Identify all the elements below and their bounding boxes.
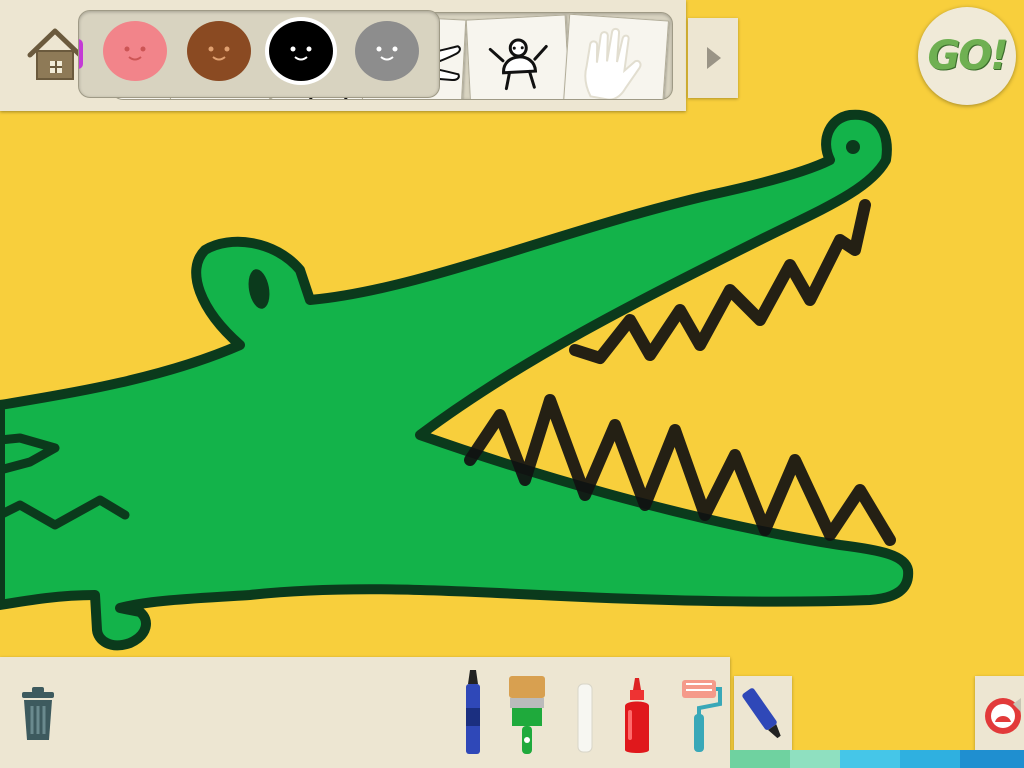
marker-icon xyxy=(466,670,480,754)
chalk-tool[interactable] xyxy=(560,665,610,761)
chevron-right-icon[interactable] xyxy=(688,18,738,98)
color-tray xyxy=(78,10,440,98)
template-upside-down-figure[interactable] xyxy=(465,14,571,99)
paint-roller-icon xyxy=(682,680,722,752)
paintbrush-tool[interactable] xyxy=(502,665,552,761)
color-swatch-brown[interactable] xyxy=(187,21,251,81)
paintbrush-icon xyxy=(509,676,545,754)
sticker-button[interactable] xyxy=(975,676,1024,751)
magenta-swatch-edge[interactable] xyxy=(79,39,83,69)
go-button[interactable]: GO! xyxy=(918,7,1016,105)
drawing-canvas[interactable] xyxy=(0,0,1024,768)
hand-icon xyxy=(584,27,642,99)
template-hand[interactable] xyxy=(562,13,670,99)
paint-bottle-icon xyxy=(625,678,649,753)
color-swatch-black[interactable] xyxy=(269,21,333,81)
roller-tool[interactable] xyxy=(674,665,724,761)
paint-bottle-tool[interactable] xyxy=(612,665,662,761)
upside-down-person-icon xyxy=(488,38,548,91)
sticker-icon xyxy=(985,698,1021,734)
color-swatch-gray[interactable] xyxy=(355,21,419,81)
chalk-icon xyxy=(577,683,593,753)
extra-tool-panel[interactable] xyxy=(734,676,792,751)
crocodile-nostril xyxy=(846,140,860,154)
marker-tool[interactable] xyxy=(448,665,498,761)
color-strip xyxy=(730,750,1024,768)
trash-can-icon[interactable] xyxy=(14,682,62,746)
go-button-label: GO! xyxy=(927,33,1008,79)
color-swatch-pink[interactable] xyxy=(103,21,167,81)
blue-marker-icon xyxy=(742,688,781,739)
